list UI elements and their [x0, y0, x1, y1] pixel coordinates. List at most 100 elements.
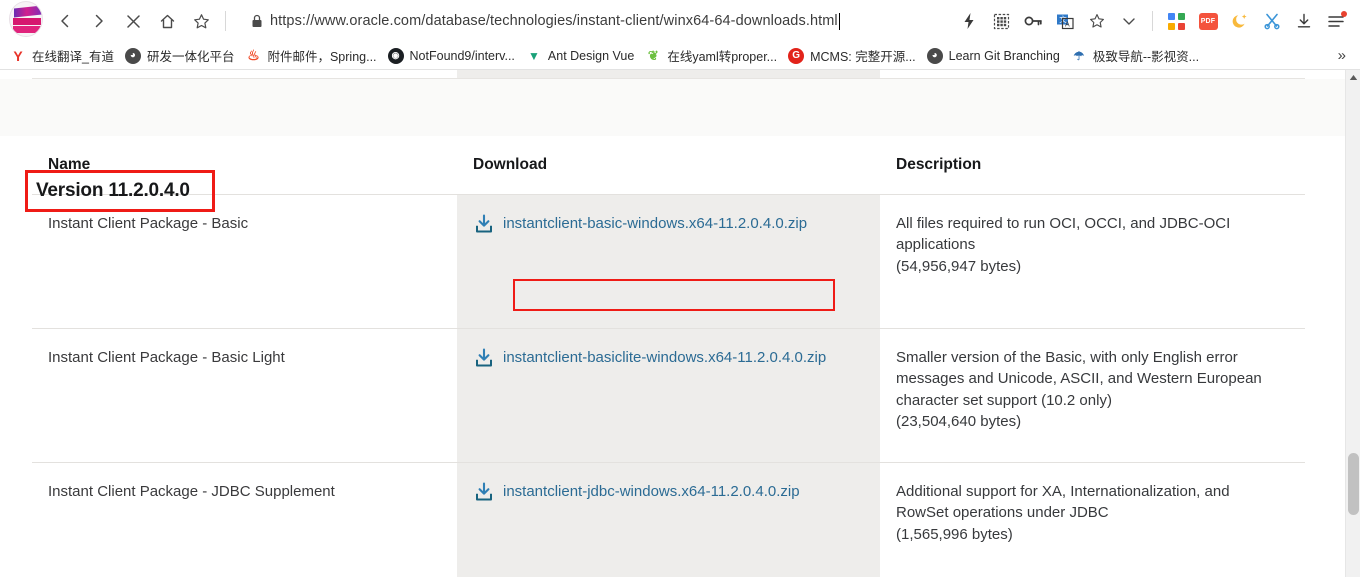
table-row: Instant Client Package - Basic Light ins…: [32, 329, 1305, 463]
column-header-description: Description: [896, 156, 982, 173]
bookmark-item-notfound9[interactable]: ◉ NotFound9/interv...: [384, 45, 522, 67]
browser-chrome: https://www.oracle.com/database/technolo…: [0, 0, 1360, 70]
home-button[interactable]: [152, 6, 182, 36]
package-name: Instant Client Package - Basic Light: [48, 349, 285, 366]
description-line: applications: [896, 236, 976, 254]
url-text: https://www.oracle.com/database/technolo…: [270, 13, 838, 29]
download-link-wrapper[interactable]: instantclient-basic-windows.x64-11.2.0.4…: [473, 213, 864, 235]
bookmark-item-jizhi-nav[interactable]: ☂ 极致导航--影视资...: [1067, 45, 1206, 67]
bookmark-item-learn-git-branching[interactable]: ◕ Learn Git Branching: [923, 45, 1067, 67]
description-text: Additional support for XA, International…: [896, 481, 1289, 545]
pdf-icon[interactable]: PDF: [1195, 7, 1221, 35]
bookmark-label: 在线翻译_有道: [32, 50, 114, 64]
description-line: All files required to run OCI, OCCI, and…: [896, 215, 1231, 232]
download-link[interactable]: instantclient-basic-windows.x64-11.2.0.4…: [503, 213, 807, 234]
instant-client-downloads-table: Name Download Description Instant Client…: [32, 136, 1305, 577]
antdesign-icon: ▼: [527, 48, 540, 63]
star-icon[interactable]: [1084, 7, 1110, 35]
description-line: (54,956,947 bytes): [896, 257, 1022, 275]
download-tray-icon: [473, 347, 495, 369]
download-cell: instantclient-jdbc-windows.x64-11.2.0.4.…: [457, 463, 880, 577]
bookmark-label: Ant Design Vue: [547, 48, 635, 63]
bookmark-label: 研发一体化平台: [146, 50, 235, 64]
bookmark-label: 附件邮件，Spring...: [267, 50, 377, 64]
compass-icon: ☂: [1073, 48, 1085, 63]
description-text: All files required to run OCI, OCCI, and…: [896, 213, 1289, 277]
apps-grid-icon[interactable]: [1163, 7, 1189, 35]
avatar-band-mid: [13, 18, 41, 25]
description-line: (23,504,640 bytes): [896, 412, 1022, 430]
toolbar-divider-2: [1152, 11, 1153, 31]
download-link[interactable]: instantclient-jdbc-windows.x64-11.2.0.4.…: [503, 481, 800, 502]
back-button[interactable]: [50, 6, 80, 36]
extension-icons: 文A PDF: [953, 7, 1352, 35]
scrollbar-thumb[interactable]: [1348, 453, 1359, 515]
bookmark-label: 极致导航--影视资...: [1092, 50, 1200, 64]
scrollbar-up-arrow[interactable]: [1346, 70, 1360, 85]
package-name-cell: Instant Client Package - Basic Light: [32, 329, 457, 462]
column-header-download: Download: [473, 156, 548, 173]
download-tray-icon: [473, 481, 495, 503]
column-header-description-cell: Description: [880, 136, 1305, 194]
page-viewport: Version 11.2.0.4.0 Name Download Descrip…: [0, 70, 1360, 577]
version-band-inner: [32, 79, 1305, 136]
browser-toolbar: https://www.oracle.com/database/technolo…: [0, 0, 1360, 42]
package-name: Instant Client Package - Basic: [48, 215, 249, 232]
description-line: character set support (10.2 only): [896, 391, 1112, 409]
column-header-download-cell: Download: [457, 136, 880, 194]
profile-avatar[interactable]: [2, 1, 48, 41]
pdf-badge-label: PDF: [1198, 12, 1218, 30]
table-row: Instant Client Package - JDBC Supplement…: [32, 463, 1305, 577]
translate-icon[interactable]: 文A: [1052, 7, 1078, 35]
download-link[interactable]: instantclient-basiclite-windows.x64-11.2…: [503, 347, 826, 368]
bookmark-label: MCMS: 完整开源...: [810, 50, 916, 64]
stop-button[interactable]: [118, 6, 148, 36]
bookmark-item-youdao[interactable]: Y 在线翻译_有道: [6, 45, 121, 67]
text-cursor: [838, 12, 840, 30]
toolbar-divider-1: [225, 11, 226, 31]
bookmark-star-button[interactable]: [186, 6, 216, 36]
bookmark-item-yaml-to-properties[interactable]: ❦ 在线yaml转proper...: [641, 45, 784, 67]
bookmark-label: Learn Git Branching: [948, 48, 1060, 63]
package-name-cell: Instant Client Package - JDBC Supplement: [32, 463, 457, 577]
bookmark-item-attachment-mail[interactable]: ♨ 附件邮件，Spring...: [241, 45, 383, 67]
bookmarks-bar: Y 在线翻译_有道 ◕ 研发一体化平台 ♨ 附件邮件，Spring... ◉ N…: [0, 42, 1360, 70]
github-icon: ◉: [387, 47, 404, 64]
address-bar[interactable]: https://www.oracle.com/database/technolo…: [245, 6, 943, 36]
grid-capture-icon[interactable]: [988, 7, 1014, 35]
menu-notification-dot: [1341, 11, 1347, 17]
moon-icon[interactable]: [1227, 7, 1253, 35]
apps-grid-glyph: [1167, 12, 1185, 30]
download-tray-icon: [473, 213, 495, 235]
avatar-band-bottom: [13, 26, 41, 33]
scissors-icon[interactable]: [1259, 7, 1285, 35]
download-link-wrapper[interactable]: instantclient-jdbc-windows.x64-11.2.0.4.…: [473, 481, 864, 503]
bookmark-item-ant-design-vue[interactable]: ▼ Ant Design Vue: [522, 45, 641, 67]
key-icon[interactable]: [1020, 7, 1046, 35]
avatar-band-top: [14, 5, 42, 18]
leaf-icon: ❦: [647, 47, 659, 63]
menu-icon[interactable]: [1323, 7, 1349, 35]
table-header-row: Name Download Description: [32, 136, 1305, 195]
download-icon[interactable]: [1291, 7, 1317, 35]
description-line: messages and Unicode, ASCII, and Western…: [896, 370, 1262, 388]
description-cell: Smaller version of the Basic, with only …: [880, 329, 1305, 462]
description-cell: All files required to run OCI, OCCI, and…: [880, 195, 1305, 328]
forward-button[interactable]: [84, 6, 114, 36]
bookmark-item-mcms[interactable]: G MCMS: 完整开源...: [784, 45, 923, 67]
lock-icon: [251, 14, 263, 28]
page-scrollbar[interactable]: [1345, 70, 1360, 577]
description-text: Smaller version of the Basic, with only …: [896, 347, 1289, 432]
description-cell: Additional support for XA, International…: [880, 463, 1305, 577]
bookmarks-overflow-button[interactable]: »: [1332, 47, 1356, 64]
page-content: Version 11.2.0.4.0 Name Download Descrip…: [0, 70, 1345, 577]
download-link-wrapper[interactable]: instantclient-basiclite-windows.x64-11.2…: [473, 347, 864, 369]
lightning-icon[interactable]: [956, 7, 982, 35]
youdao-icon: Y: [13, 47, 23, 64]
download-cell: instantclient-basiclite-windows.x64-11.2…: [457, 329, 880, 462]
description-line: (1,565,996 bytes): [896, 525, 1013, 543]
bookmark-item-rd-platform[interactable]: ◕ 研发一体化平台: [121, 45, 242, 67]
chevron-down-icon[interactable]: [1116, 7, 1142, 35]
description-line: RowSet operations under JDBC: [896, 504, 1109, 522]
version-band: [0, 79, 1345, 136]
